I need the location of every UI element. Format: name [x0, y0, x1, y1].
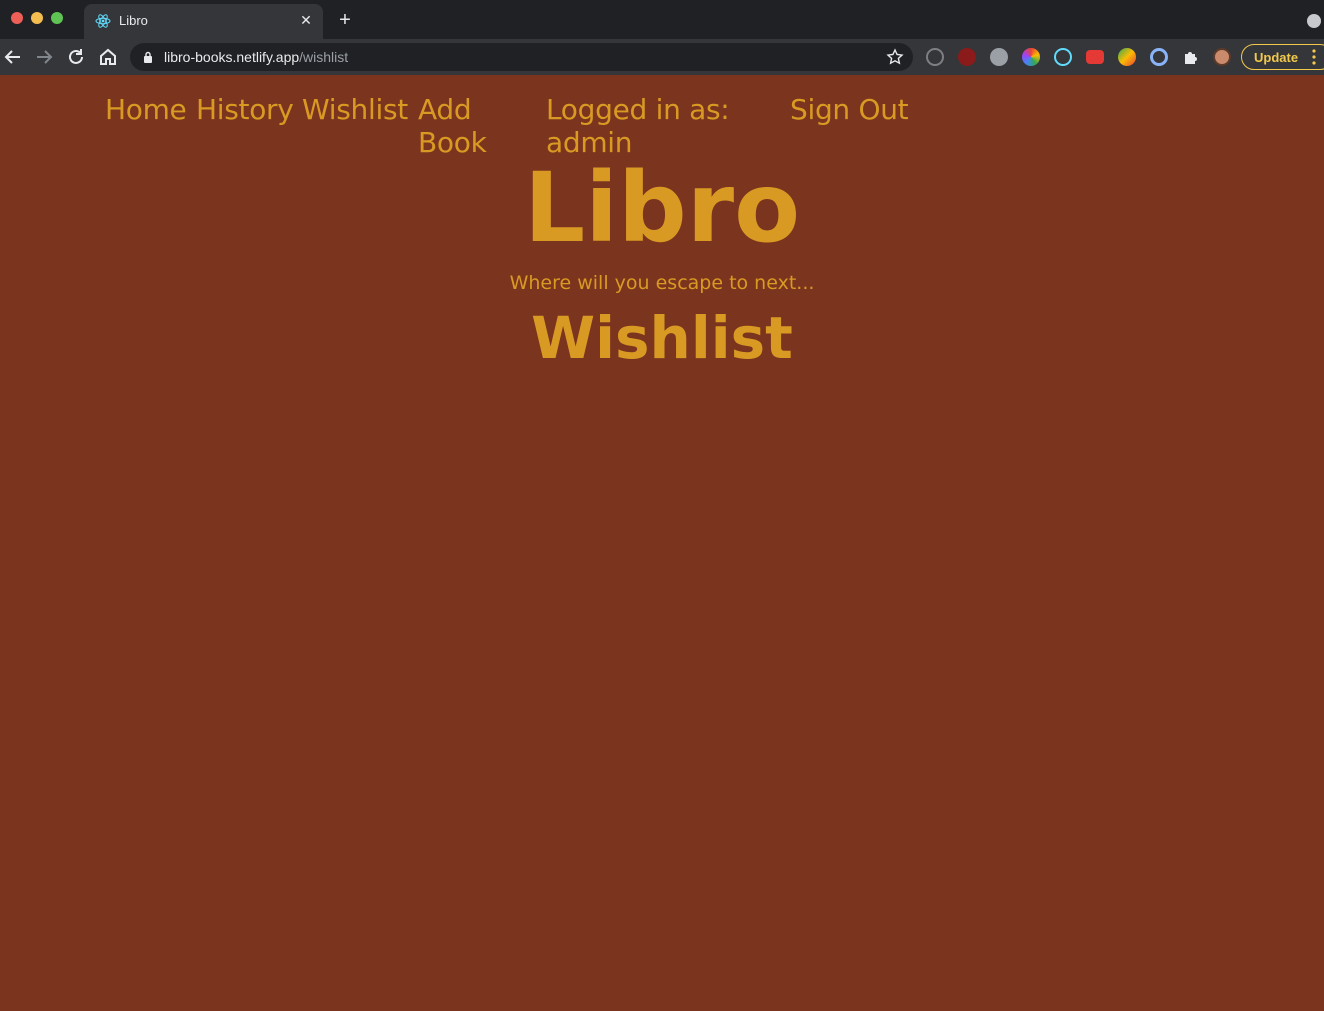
- color-picker-extension-icon[interactable]: [1022, 48, 1040, 66]
- tab-title: Libro: [119, 13, 148, 28]
- home-icon[interactable]: [97, 46, 119, 68]
- bookmark-star-icon[interactable]: [886, 48, 904, 66]
- tab-search-icon[interactable]: [1307, 14, 1321, 28]
- nav-link-add-book[interactable]: Add Book: [418, 93, 546, 159]
- ublock-icon[interactable]: [958, 48, 976, 66]
- forward-icon[interactable]: [33, 46, 55, 68]
- extensions-puzzle-icon[interactable]: [1182, 48, 1200, 66]
- circle-extension-icon[interactable]: [1150, 48, 1168, 66]
- window-maximize-button[interactable]: [51, 12, 63, 24]
- site-nav: Home History Wishlist Add Book Logged in…: [105, 93, 909, 159]
- nav-link-wishlist[interactable]: Wishlist: [302, 93, 418, 159]
- nav-link-home[interactable]: Home: [105, 93, 196, 159]
- nav-link-history[interactable]: History: [196, 93, 302, 159]
- more-menu-icon[interactable]: [1312, 49, 1316, 65]
- octopus-extension-icon[interactable]: [990, 48, 1008, 66]
- tab-close-icon[interactable]: ✕: [297, 11, 315, 29]
- window-minimize-button[interactable]: [31, 12, 43, 24]
- url-text: libro-books.netlify.app/wishlist: [164, 49, 348, 65]
- site-tagline: Where will you escape to next...: [509, 272, 815, 294]
- back-icon[interactable]: [2, 46, 24, 68]
- page-content: Home History Wishlist Add Book Logged in…: [0, 75, 1324, 1011]
- window-close-button[interactable]: [11, 12, 23, 24]
- pen-extension-icon[interactable]: [1118, 48, 1136, 66]
- reload-icon[interactable]: [65, 46, 87, 68]
- site-title: Libro: [523, 152, 801, 264]
- address-bar[interactable]: libro-books.netlify.app/wishlist: [130, 43, 913, 71]
- video-extension-icon[interactable]: [1086, 50, 1104, 64]
- profile-avatar[interactable]: [1213, 48, 1231, 66]
- url-path: /wishlist: [299, 49, 349, 65]
- lock-icon: [144, 51, 152, 63]
- nav-link-sign-out[interactable]: Sign Out: [790, 93, 909, 159]
- page-heading: Wishlist: [531, 304, 793, 372]
- url-host: libro-books.netlify.app: [164, 49, 300, 65]
- extension-icon-1[interactable]: [926, 48, 944, 66]
- react-devtools-icon[interactable]: [1054, 48, 1072, 66]
- react-icon: [95, 14, 111, 28]
- new-tab-button[interactable]: +: [335, 10, 355, 30]
- browser-tab[interactable]: Libro ✕: [84, 4, 323, 39]
- browser-tab-bar: Libro ✕ +: [0, 0, 1324, 39]
- logged-in-status: Logged in as: admin: [546, 93, 730, 159]
- browser-toolbar: libro-books.netlify.app/wishlist Update: [0, 39, 1324, 75]
